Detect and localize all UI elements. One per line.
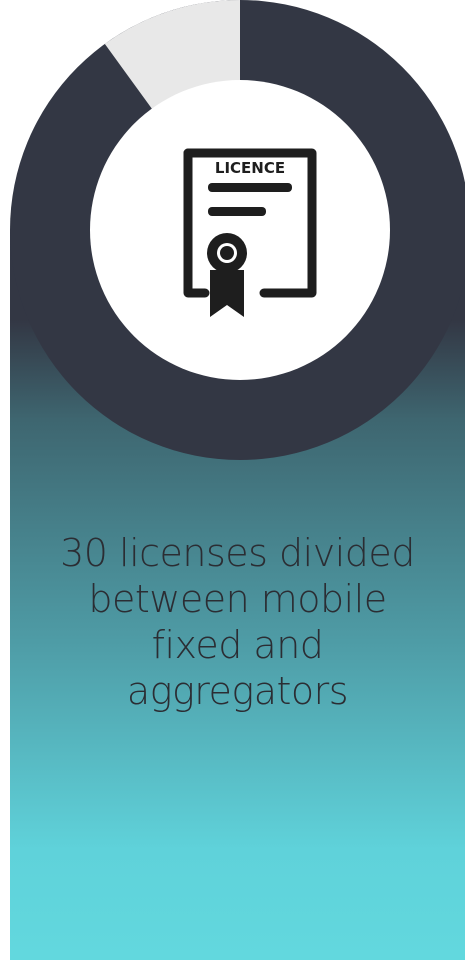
caption-line-4: aggregators: [126, 669, 349, 713]
caption-text: 30 licenses divided between mobile fixed…: [10, 530, 465, 714]
licence-label: LICENCE: [215, 159, 285, 177]
caption-line-1: 30 licenses divided: [60, 531, 415, 575]
caption-line-3: fixed and: [151, 623, 324, 667]
caption-line-2: between mobile: [88, 577, 387, 621]
licence-certificate-icon: LICENCE: [180, 145, 320, 325]
